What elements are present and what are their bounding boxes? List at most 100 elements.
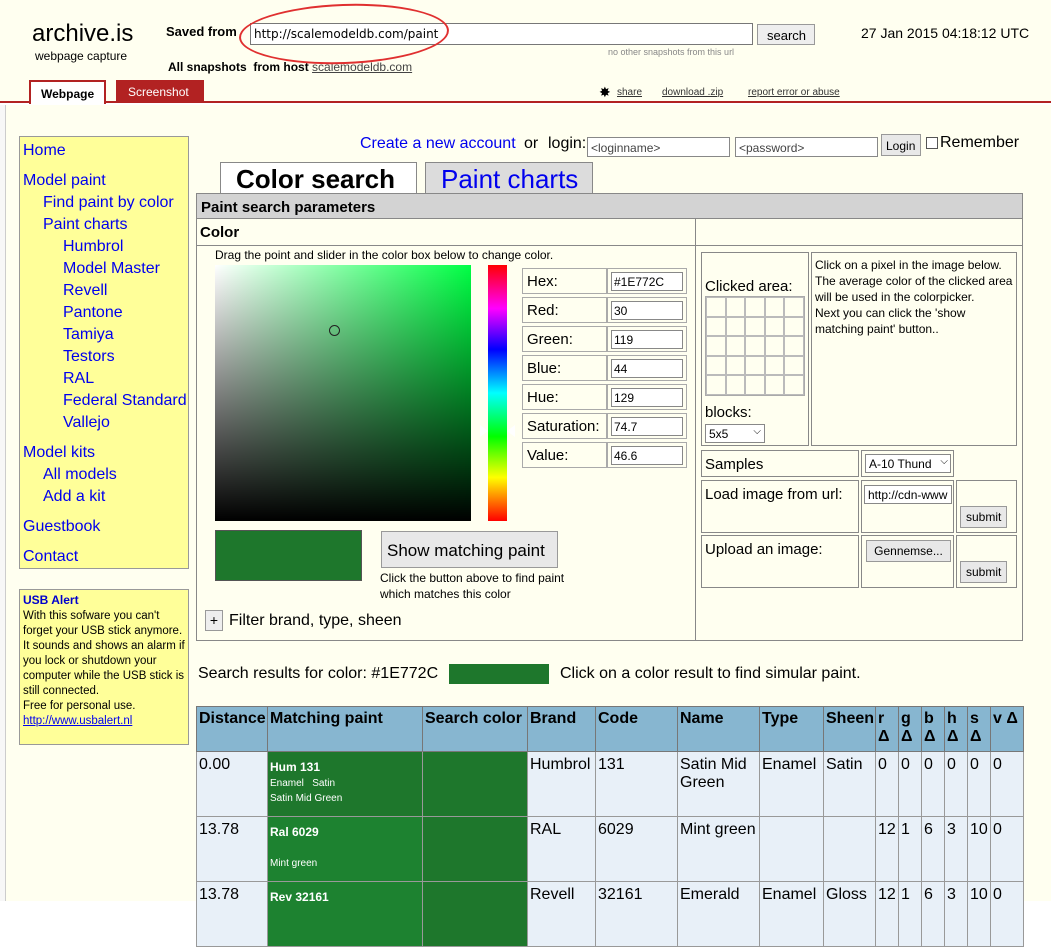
remember-checkbox[interactable] [926, 137, 938, 149]
col-search-color[interactable]: Search color [422, 706, 528, 752]
create-account-link[interactable]: Create a new account [360, 135, 516, 153]
show-matching-paint-button[interactable]: Show matching paint [381, 531, 558, 568]
upload-submit-button[interactable]: submit [960, 561, 1008, 583]
table-row[interactable]: 13.78 Ral 6029 Mint green RAL 6029 Mint … [196, 816, 1024, 882]
table-row[interactable]: 13.78 Rev 32161 Revell 32161 Emerald Ena… [196, 881, 1024, 947]
matching-paint-cell[interactable]: Hum 131 Enamel Satin Satin Mid Green [267, 751, 423, 817]
col-brand[interactable]: Brand [527, 706, 596, 752]
usb-alert-ad[interactable]: USB Alert With this sofware you can't fo… [19, 589, 189, 745]
load-url-input[interactable]: http://cdn-www [864, 485, 952, 504]
nav-contact[interactable]: Contact [23, 548, 78, 566]
nav-model-kits[interactable]: Model kits [23, 444, 95, 462]
nav-model-paint[interactable]: Model paint [23, 172, 106, 190]
value-input[interactable]: 46.6 [611, 446, 683, 465]
password-input[interactable]: <password> [735, 137, 878, 157]
code-cell: 131 [595, 751, 678, 817]
s-delta-cell: 10 [967, 816, 991, 882]
col-g-delta[interactable]: g Δ [898, 706, 922, 752]
panel-divider [695, 219, 696, 641]
nav-home[interactable]: Home [23, 142, 66, 160]
col-b-delta[interactable]: b Δ [921, 706, 945, 752]
matching-paint-cell[interactable]: Rev 32161 [267, 881, 423, 947]
g-delta-cell: 1 [898, 816, 922, 882]
table-row[interactable]: 0.00 Hum 131 Enamel Satin Satin Mid Gree… [196, 751, 1024, 817]
nav-brand-testors[interactable]: Testors [63, 348, 115, 366]
nav-all-models[interactable]: All models [43, 466, 117, 484]
distance-cell: 0.00 [196, 751, 268, 817]
name-cell: Emerald [677, 881, 760, 947]
tab-webpage[interactable]: Webpage [29, 80, 106, 104]
tab-screenshot[interactable]: Screenshot [116, 80, 204, 102]
load-url-submit-button[interactable]: submit [960, 506, 1008, 528]
samples-select[interactable]: A-10 Thund ⌵ [865, 454, 951, 473]
nav-brand-tamiya[interactable]: Tamiya [63, 326, 114, 344]
samples-select-value: A-10 Thund [869, 457, 932, 471]
col-s-delta[interactable]: s Δ [967, 706, 991, 752]
report-link[interactable]: report error or abuse [748, 87, 840, 98]
loginname-input[interactable]: <loginname> [587, 137, 730, 157]
grid-cell [764, 355, 785, 376]
code-cell: 6029 [595, 816, 678, 882]
brand-cell: Revell [527, 881, 596, 947]
col-name[interactable]: Name [677, 706, 760, 752]
col-type[interactable]: Type [759, 706, 824, 752]
tab-paint-charts[interactable]: Paint charts [425, 162, 593, 194]
col-distance[interactable]: Distance [196, 706, 268, 752]
download-link[interactable]: download .zip [662, 87, 723, 98]
distance-cell: 13.78 [196, 816, 268, 882]
color-box[interactable] [215, 265, 471, 521]
blue-input[interactable]: 44 [611, 359, 683, 378]
host-link[interactable]: scalemodeldb.com [312, 60, 412, 74]
color-point-handle[interactable] [329, 325, 340, 336]
hue-input[interactable]: 129 [611, 388, 683, 407]
nav-add-kit[interactable]: Add a kit [43, 488, 105, 506]
green-input[interactable]: 119 [611, 330, 683, 349]
filter-label[interactable]: Filter brand, type, sheen [229, 612, 402, 630]
hex-input[interactable]: #1E772C [611, 272, 683, 291]
red-input[interactable]: 30 [611, 301, 683, 320]
nav-guestbook[interactable]: Guestbook [23, 518, 100, 536]
tab-color-search[interactable]: Color search [220, 162, 417, 195]
col-v-delta[interactable]: v Δ [990, 706, 1024, 752]
matching-paint-cell[interactable]: Ral 6029 Mint green [267, 816, 423, 882]
saturation-input[interactable]: 74.7 [611, 417, 683, 436]
browse-button[interactable]: Gennemse... [866, 540, 951, 562]
paint-code: Rev 32161 [270, 890, 329, 904]
nav-paint-charts[interactable]: Paint charts [43, 216, 127, 234]
chevron-down-icon: ⌵ [940, 456, 948, 467]
archive-logo[interactable]: archive.is [32, 20, 133, 48]
usb-body: With this sofware you can't forget your … [23, 610, 185, 697]
nav-brand-pantone[interactable]: Pantone [63, 304, 123, 322]
col-h-delta[interactable]: h Δ [944, 706, 968, 752]
grid-cell [784, 297, 804, 317]
nav-brand-humbrol[interactable]: Humbrol [63, 238, 123, 256]
hue-slider-arrow-right[interactable] [507, 425, 515, 437]
hue-slider-arrow-left[interactable] [480, 425, 488, 437]
login-button[interactable]: Login [881, 134, 921, 156]
hue-slider[interactable] [488, 265, 507, 521]
share-icon[interactable]: ✸ [599, 84, 611, 101]
usb-link[interactable]: http://www.usbalert.nl [23, 715, 132, 727]
col-sheen[interactable]: Sheen [823, 706, 876, 752]
filter-expand-button[interactable]: + [205, 610, 223, 631]
results-hint: Click on a color result to find simular … [560, 665, 861, 682]
url-input[interactable]: http://scalemodeldb.com/paint [250, 23, 753, 45]
sheen-cell [823, 816, 876, 882]
col-matching-paint[interactable]: Matching paint [267, 706, 423, 752]
nav-brand-ral[interactable]: RAL [63, 370, 94, 388]
col-code[interactable]: Code [595, 706, 678, 752]
grid-cell [764, 297, 785, 317]
col-r-delta[interactable]: r Δ [875, 706, 899, 752]
nav-brand-revell[interactable]: Revell [63, 282, 107, 300]
blocks-select[interactable]: 5x5 ⌵ [705, 424, 765, 443]
g-delta-cell: 1 [898, 881, 922, 947]
nav-brand-federal-standard[interactable]: Federal Standard [63, 392, 187, 410]
search-button[interactable]: search [757, 24, 815, 45]
share-link[interactable]: share [617, 87, 642, 98]
nav-brand-model-master[interactable]: Model Master [63, 260, 160, 278]
paint-name: Mint green [270, 858, 318, 869]
code-cell: 32161 [595, 881, 678, 947]
nav-brand-vallejo[interactable]: Vallejo [63, 414, 110, 432]
grid-cell [725, 297, 746, 317]
nav-find-by-color[interactable]: Find paint by color [43, 194, 174, 212]
